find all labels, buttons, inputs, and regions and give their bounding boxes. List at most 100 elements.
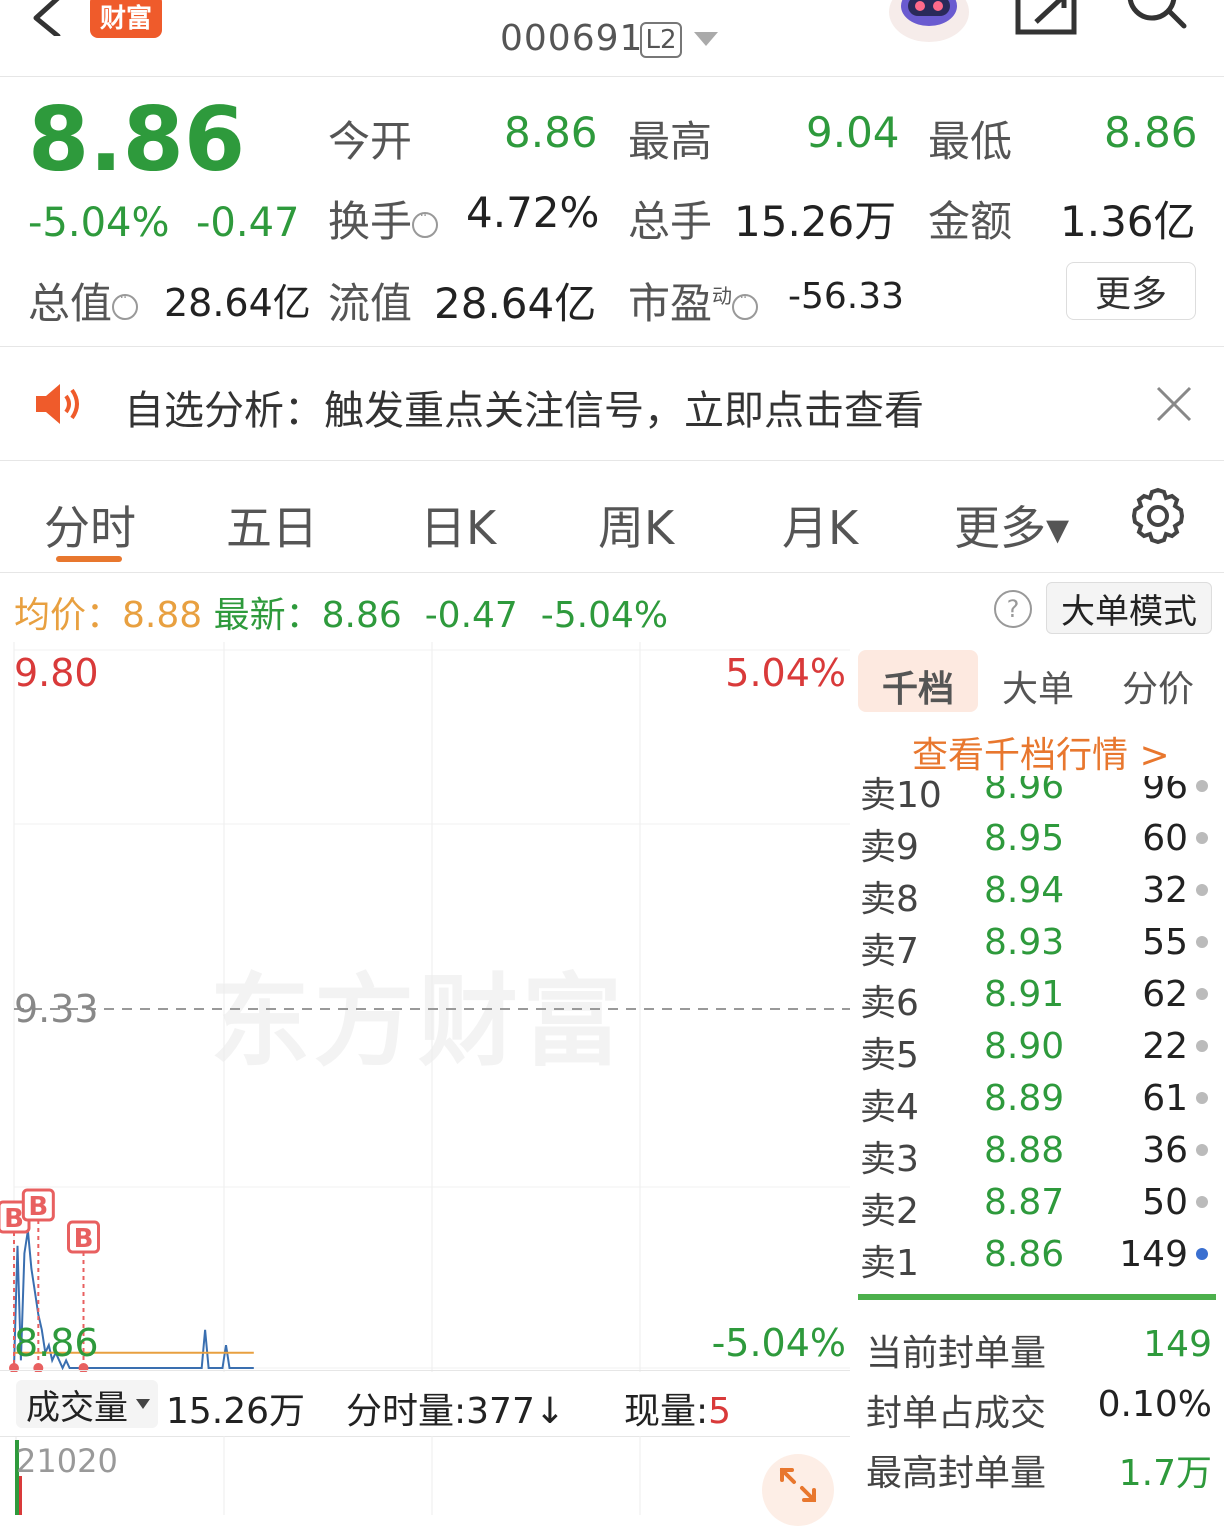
ask-dot	[1196, 1040, 1208, 1052]
help-icon[interactable]: ?	[994, 590, 1032, 628]
ask-dot	[1196, 832, 1208, 844]
current-price: 8.86	[28, 88, 246, 191]
latest-change: -0.47	[424, 595, 518, 636]
info-dots-icon[interactable]	[732, 290, 759, 320]
expand-icon[interactable]	[762, 1454, 834, 1526]
info-dots-icon[interactable]	[412, 208, 439, 238]
volume-value: 15.26万	[734, 197, 897, 246]
info-dots-icon[interactable]	[112, 290, 139, 320]
absolute-change: -0.47	[196, 200, 300, 246]
tab-price-split[interactable]: 分价	[1122, 660, 1194, 712]
back-chevron-icon[interactable]	[28, 0, 68, 39]
ask-row[interactable]: 卖2 8.87 50	[858, 1182, 1218, 1234]
tab-intraday[interactable]: 分时	[44, 492, 136, 558]
divider	[0, 1370, 850, 1371]
high-label: 最高	[628, 117, 713, 166]
ask-dot	[1196, 1196, 1208, 1208]
ask-dot	[1196, 780, 1208, 792]
ask-row[interactable]: 卖6 8.91 62	[858, 974, 1218, 1026]
seal-row: 最高封单量 1.7万	[866, 1453, 1212, 1494]
y-tick-pct-low: -5.04%	[712, 1321, 846, 1365]
ask-row[interactable]: 卖7 8.93 55	[858, 922, 1218, 974]
volume-ytick: 21020	[16, 1442, 118, 1480]
latest-pct: -5.04%	[540, 595, 669, 636]
buy-marker-label: B	[74, 1224, 94, 1254]
latest-label: 最新：	[213, 595, 322, 636]
ask-list: 卖10 8.96 96 卖9 8.95 60 卖8 8.94 32 卖7 8.93 55 卖6 8…	[850, 776, 1224, 1286]
chart-grid	[13, 642, 850, 1372]
current-volume: 现量:5	[624, 1391, 732, 1432]
open-value: 8.86	[504, 108, 598, 157]
amount-label: 金额	[928, 197, 1013, 246]
buy-marker-label: B	[28, 1192, 48, 1222]
float-label: 流值	[328, 279, 413, 328]
ask-dot	[1196, 1144, 1208, 1156]
latest-value: 8.86	[321, 595, 402, 636]
y-tick-low: 8.86	[14, 1321, 99, 1365]
tab-five-day[interactable]: 五日	[226, 492, 318, 558]
tab-monthly-k[interactable]: 月K	[782, 492, 858, 558]
ask-dot	[1196, 936, 1208, 948]
ask-dot	[1196, 1248, 1208, 1260]
caret-down-icon[interactable]	[694, 32, 718, 46]
tab-weekly-k[interactable]: 周K	[598, 492, 674, 558]
big-order-mode-button[interactable]: 大单模式	[1046, 582, 1212, 634]
tab-daily-k[interactable]: 日K	[420, 492, 496, 558]
turnover-label[interactable]: 换手	[328, 188, 439, 249]
gear-icon[interactable]	[1128, 486, 1188, 546]
pe-value: -56.33	[788, 276, 905, 317]
volume-chart: 21020	[15, 1436, 641, 1515]
caret-down-icon	[136, 1399, 150, 1409]
pe-label[interactable]: 市盈动	[628, 270, 759, 331]
amount-value: 1.36亿	[1060, 197, 1196, 246]
ask-row[interactable]: 卖10 8.96 96	[858, 776, 1218, 818]
seal-row: 当前封单量 149	[866, 1324, 1212, 1374]
ask-row[interactable]: 卖5 8.90 22	[858, 1026, 1218, 1078]
ask-row[interactable]: 卖8 8.94 32	[858, 870, 1218, 922]
divider	[0, 346, 1224, 347]
avg-label: 均价：	[14, 595, 123, 636]
banner-text[interactable]: 自选分析：触发重点关注信号，立即点击查看	[124, 378, 924, 436]
mktcap-value: 28.64亿	[164, 281, 311, 325]
float-value: 28.64亿	[434, 279, 597, 328]
ask-row[interactable]: 卖4 8.89 61	[858, 1078, 1218, 1130]
level2-badge[interactable]: L2	[640, 22, 682, 58]
share-icon[interactable]	[1014, 0, 1078, 38]
close-icon[interactable]	[1156, 386, 1192, 422]
stock-code: 000691	[500, 18, 644, 59]
volume-indicator-selector[interactable]: 成交量	[16, 1380, 158, 1428]
volume-total: 15.26万	[166, 1391, 306, 1432]
divider	[0, 572, 1224, 573]
open-label: 今开	[328, 117, 413, 166]
more-quote-button[interactable]: 更多	[1066, 262, 1196, 320]
seal-row: 封单占成交 0.10%	[866, 1384, 1212, 1434]
ask-row[interactable]: 卖9 8.95 60	[858, 818, 1218, 870]
ask-dot	[1196, 988, 1208, 1000]
percent-change: -5.04%	[28, 200, 170, 246]
robot-icon[interactable]	[888, 0, 970, 44]
y-tick-pct-high: 5.04%	[725, 651, 846, 695]
tab-big-orders[interactable]: 大单	[1002, 660, 1074, 712]
active-tab-indicator	[56, 556, 122, 562]
brand-badge[interactable]: 财富	[90, 0, 162, 38]
high-value: 9.04	[806, 108, 900, 157]
search-icon[interactable]	[1124, 0, 1188, 42]
view-depth-link[interactable]: 查看千档行情 >	[912, 726, 1170, 778]
ask-bid-separator	[858, 1294, 1216, 1300]
mktcap-label[interactable]: 总值	[28, 270, 139, 331]
intraday-chart[interactable]: B BB 9.80 9.33 8.86 5.04% -5.04%	[0, 642, 850, 1372]
buy-marker-label: B	[4, 1204, 24, 1234]
tab-thousand-depth[interactable]: 千档	[882, 660, 954, 712]
tab-more[interactable]: 更多▾	[954, 492, 1069, 558]
ask-row[interactable]: 卖3 8.88 36	[858, 1130, 1218, 1182]
intraday-info-line: 均价：8.88 最新：8.86 -0.47 -5.04%	[14, 586, 668, 638]
y-tick-mid: 9.33	[14, 987, 99, 1031]
pe-sup: 动	[712, 284, 733, 308]
divider	[0, 76, 1224, 77]
minute-volume: 分时量:377↓	[346, 1391, 566, 1432]
turnover-value: 4.72%	[466, 188, 600, 237]
ask-row[interactable]: 卖1 8.86 149	[858, 1234, 1218, 1286]
low-label: 最低	[928, 117, 1013, 166]
ask-dot	[1196, 1092, 1208, 1104]
ask-dot	[1196, 884, 1208, 896]
